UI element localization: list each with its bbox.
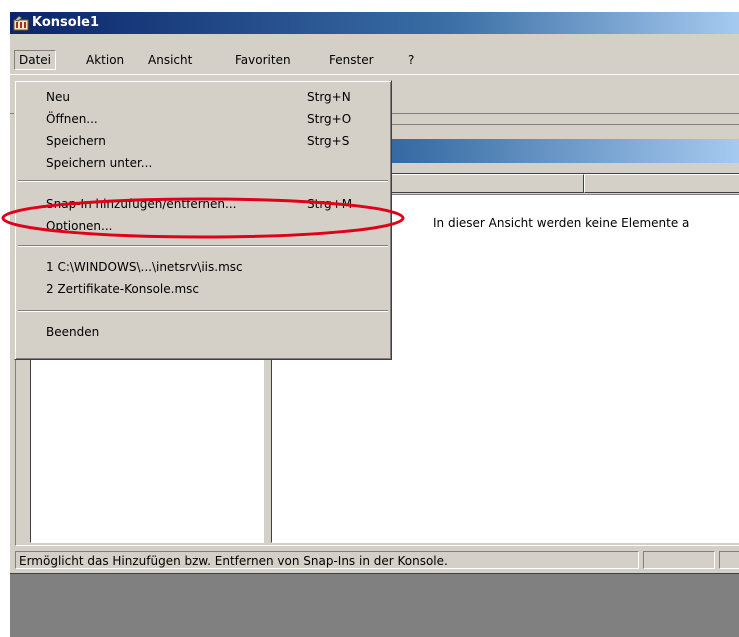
menu-item-shortcut: Strg+S [307, 134, 350, 148]
column-header-2[interactable] [584, 174, 739, 193]
menu-item-label: Öffnen... [46, 112, 98, 126]
menu-item-label: Speichern unter... [46, 156, 153, 170]
menu-item-label: 2 Zertifikate-Konsole.msc [46, 282, 199, 296]
menu-item-shortcut: Strg+O [307, 112, 352, 126]
window-title: Konsole1 [32, 15, 100, 30]
menu-datei[interactable]: Datei [14, 50, 57, 70]
menu-separator [18, 310, 388, 312]
status-panel-2 [643, 551, 715, 569]
menu-separator [18, 245, 388, 247]
menu-bar: Datei Aktion Ansicht Favoriten Fenster ? [10, 46, 739, 72]
menu-item-label: Snap-In hinzufügen/entfernen... [46, 197, 237, 211]
menu-item-label: Neu [46, 90, 70, 104]
mdi-background [10, 573, 739, 637]
menu-help[interactable]: ? [404, 51, 418, 69]
menu-item-recent-1[interactable]: 1 C:\WINDOWS\...\inetsrv\iis.msc [15, 256, 391, 278]
menu-item-beenden[interactable]: Beenden [15, 321, 391, 343]
menu-aktion[interactable]: Aktion [82, 51, 128, 69]
menu-item-optionen[interactable]: Optionen... [15, 215, 391, 237]
status-panel-3 [719, 551, 739, 569]
mmc-console-icon [13, 15, 29, 31]
menu-item-shortcut: Strg+M [307, 197, 353, 211]
empty-view-message: In dieser Ansicht werden keine Elemente … [433, 216, 690, 230]
menu-separator [18, 180, 388, 182]
menu-item-label: 1 C:\WINDOWS\...\inetsrv\iis.msc [46, 260, 243, 274]
file-menu-dropdown: Neu Strg+N Öffnen... Strg+O Speichern St… [14, 80, 392, 360]
menu-item-label: Speichern [46, 134, 106, 148]
menu-item-speichern[interactable]: Speichern Strg+S [15, 130, 391, 152]
menu-ansicht[interactable]: Ansicht [144, 51, 196, 69]
menu-item-label: Beenden [46, 325, 100, 339]
status-text: Ermöglicht das Hinzufügen bzw. Entfernen… [15, 551, 639, 569]
menu-item-oeffnen[interactable]: Öffnen... Strg+O [15, 108, 391, 130]
menu-item-neu[interactable]: Neu Strg+N [15, 86, 391, 108]
status-bar: Ermöglicht das Hinzufügen bzw. Entfernen… [15, 548, 739, 572]
menu-item-shortcut: Strg+N [307, 90, 351, 104]
menu-item-recent-2[interactable]: 2 Zertifikate-Konsole.msc [15, 278, 391, 300]
menu-item-label: Optionen... [46, 219, 113, 233]
title-bar[interactable]: Konsole1 [10, 12, 739, 34]
menu-favoriten[interactable]: Favoriten [231, 51, 295, 69]
menu-fenster[interactable]: Fenster [325, 51, 378, 69]
menu-item-speichern-unter[interactable]: Speichern unter... [15, 152, 391, 174]
menu-item-snapin[interactable]: Snap-In hinzufügen/entfernen... Strg+M [15, 193, 391, 215]
